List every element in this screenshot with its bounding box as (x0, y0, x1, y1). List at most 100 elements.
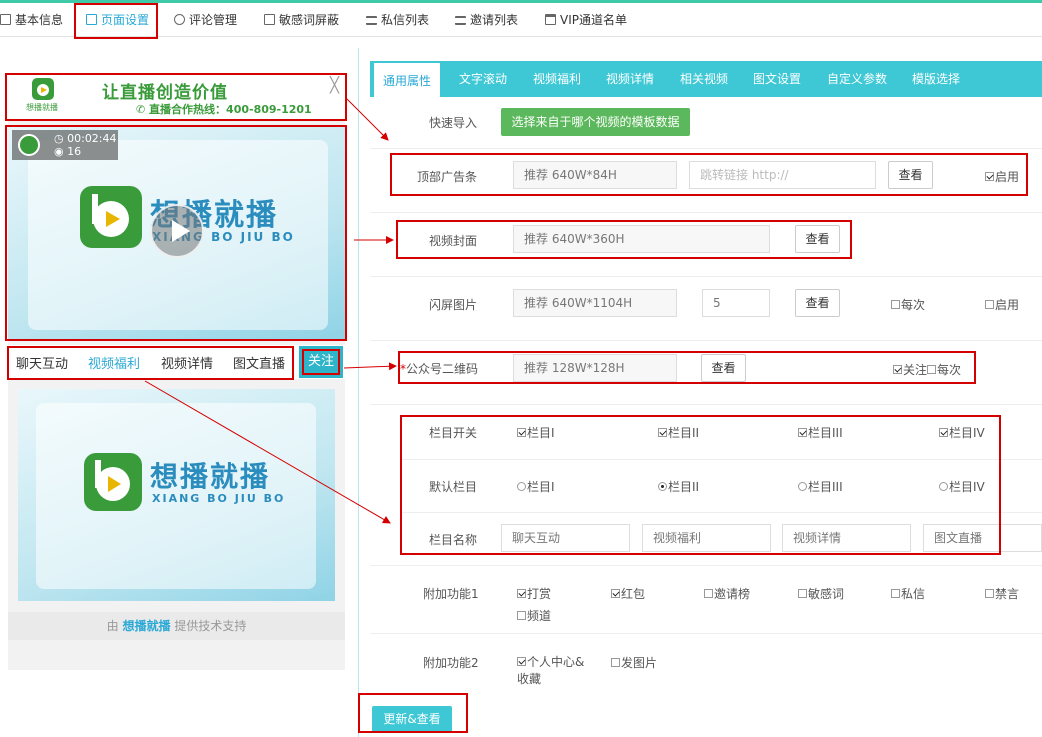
credit-card-icon (545, 14, 556, 25)
qrcode-follow-checkbox[interactable]: 关注 (893, 361, 927, 378)
checkbox-checked (893, 365, 902, 374)
row-divider (370, 340, 1042, 341)
extra-channel-checkbox[interactable]: 频道 (517, 607, 551, 624)
brand-logo (84, 453, 142, 511)
default-column-4[interactable]: 栏目IV (939, 478, 985, 495)
top-ad-link-input[interactable]: 跳转链接 http:// (689, 161, 876, 189)
splash-enable-checkbox[interactable]: 启用 (985, 296, 1019, 313)
brand-logo: 想播就播 (26, 78, 60, 114)
column-name-input-3[interactable]: 视频详情 (782, 524, 911, 552)
settings-tab-text-scroll[interactable]: 文字滚动 (459, 61, 507, 97)
radio-selected (658, 482, 667, 491)
preview-tab-chat[interactable]: 聊天互动 (16, 353, 68, 372)
extra-invite-rank-checkbox[interactable]: 邀请榜 (704, 585, 750, 602)
preview-tab-live[interactable]: 图文直播 (233, 353, 285, 372)
column-switch-3[interactable]: 栏目III (798, 424, 843, 441)
checkbox-label: 打赏 (527, 587, 552, 601)
settings-tab-related[interactable]: 相关视频 (680, 61, 728, 97)
tab-page-settings[interactable]: 页面设置 (86, 6, 149, 34)
extra-private-msg-checkbox[interactable]: 私信 (891, 585, 925, 602)
column-switch-2[interactable]: 栏目II (658, 424, 699, 441)
tab-invite-list[interactable]: 邀请列表 (455, 6, 518, 34)
column-name-input-2[interactable]: 视频福利 (642, 524, 771, 552)
select-template-button[interactable]: 选择来自于哪个视频的模板数据 (501, 108, 690, 136)
default-column-3[interactable]: 栏目III (798, 478, 843, 495)
ad-title: 让直播创造价值 (102, 83, 228, 103)
column-switch-1[interactable]: 栏目I (517, 424, 555, 441)
arrow-qrcode (343, 362, 397, 371)
settings-tab-details[interactable]: 视频详情 (606, 61, 654, 97)
document-icon (264, 14, 275, 25)
column-switch-4[interactable]: 栏目IV (939, 424, 985, 441)
tab-sensitive-words[interactable]: 敏感词屏蔽 (264, 6, 339, 34)
follow-button[interactable]: 关注 (299, 346, 343, 378)
checkbox-label: 邀请榜 (714, 587, 751, 601)
checkbox-unchecked (891, 589, 900, 598)
tab-vip-list[interactable]: VIP通道名单 (545, 6, 627, 34)
top-ad-view-button[interactable]: 查看 (888, 161, 933, 189)
settings-tab-custom[interactable]: 自定义参数 (827, 61, 887, 97)
checkbox-unchecked (798, 589, 807, 598)
checkbox-unchecked (891, 300, 900, 309)
avatar (18, 134, 40, 156)
footer-suffix: 提供技术支持 (170, 619, 247, 633)
column-names-label: 栏目名称 (429, 533, 478, 547)
preview-tab-welfare[interactable]: 视频福利 (88, 353, 140, 372)
highlight-box (398, 351, 976, 384)
play-icon[interactable] (150, 204, 204, 258)
settings-tab-welfare[interactable]: 视频福利 (533, 61, 581, 97)
tab-comment-management[interactable]: 评论管理 (174, 6, 237, 34)
column-name-input-4[interactable]: 图文直播 (923, 524, 1042, 552)
extra-reward-checkbox[interactable]: 打赏 (517, 585, 551, 602)
row-divider (370, 633, 1042, 634)
checkbox-label: 红包 (621, 587, 646, 601)
footer-brand[interactable]: 想播就播 (122, 619, 170, 633)
top-ad-image-field[interactable]: 推荐 640W*84H (513, 161, 677, 189)
preview-tab-details[interactable]: 视频详情 (161, 353, 213, 372)
tab-private-messages[interactable]: 私信列表 (366, 6, 429, 34)
radio-label: 栏目I (527, 480, 555, 494)
row-divider (400, 459, 1042, 460)
tab-label: 基本信息 (15, 13, 64, 27)
extra-sensitive-checkbox[interactable]: 敏感词 (798, 585, 844, 602)
qrcode-image-field[interactable]: 推荐 128W*128H (513, 354, 677, 382)
extra-redpacket-checkbox[interactable]: 红包 (611, 585, 645, 602)
settings-tab-graphic[interactable]: 图文设置 (753, 61, 801, 97)
extra-mute-checkbox[interactable]: 禁言 (985, 585, 1019, 602)
tab-basic-info[interactable]: 基本信息 (0, 6, 63, 34)
qrcode-view-button[interactable]: 查看 (701, 354, 746, 382)
splash-every-time-checkbox[interactable]: 每次 (891, 296, 925, 313)
column-name-input-1[interactable]: 聊天互动 (501, 524, 630, 552)
extra-functions-2-label: 附加功能2 (423, 656, 479, 670)
welfare-content-image: 想播就播 XIANG BO JIU BO (18, 389, 335, 601)
checkbox-unchecked (611, 658, 620, 667)
default-column-1[interactable]: 栏目I (517, 478, 555, 495)
checkbox-checked (517, 428, 526, 437)
settings-tab-general[interactable]: 通用属性 (374, 61, 440, 97)
video-cover-image-field[interactable]: 推荐 640W*360H (513, 225, 770, 253)
extra-profile-checkbox[interactable]: 个人中心&收藏 (517, 654, 587, 688)
close-icon[interactable]: ╳ (330, 76, 339, 94)
row-divider (400, 512, 1042, 513)
default-column-2[interactable]: 栏目II (658, 478, 699, 495)
video-duration: ◷ 00:02:44 (54, 132, 117, 145)
splash-seconds-input[interactable]: 5 (702, 289, 770, 317)
splash-view-button[interactable]: 查看 (795, 289, 840, 317)
video-cover[interactable]: 想播就播 XIANG BO JIU BO ◷ 00:02:44 ◉ 16 (8, 126, 345, 339)
tab-label: 邀请列表 (470, 13, 519, 27)
checkbox-label: 栏目I (527, 426, 555, 440)
top-ad-enable-checkbox[interactable]: 启用 (985, 168, 1019, 185)
video-cover-view-button[interactable]: 查看 (795, 225, 840, 253)
qrcode-every-time-checkbox[interactable]: 每次 (927, 361, 961, 378)
settings-tabs: 通用属性 文字滚动 视频福利 视频详情 相关视频 图文设置 自定义参数 模版选择 (370, 61, 1042, 97)
radio-label: 栏目III (808, 480, 843, 494)
settings-tab-template[interactable]: 模版选择 (912, 61, 960, 97)
video-stats: ◷ 00:02:44 ◉ 16 (12, 130, 118, 160)
checkbox-checked (985, 172, 994, 181)
checkbox-unchecked (927, 365, 936, 374)
splash-image-field[interactable]: 推荐 640W*1104H (513, 289, 677, 317)
update-and-view-button[interactable]: 更新&查看 (372, 706, 452, 732)
top-ad-banner[interactable]: 想播就播 让直播创造价值 ✆ 直播合作热线：400-809-1201 ╳ (8, 74, 345, 120)
extra-send-image-checkbox[interactable]: 发图片 (611, 654, 657, 671)
checkbox-checked (611, 589, 620, 598)
